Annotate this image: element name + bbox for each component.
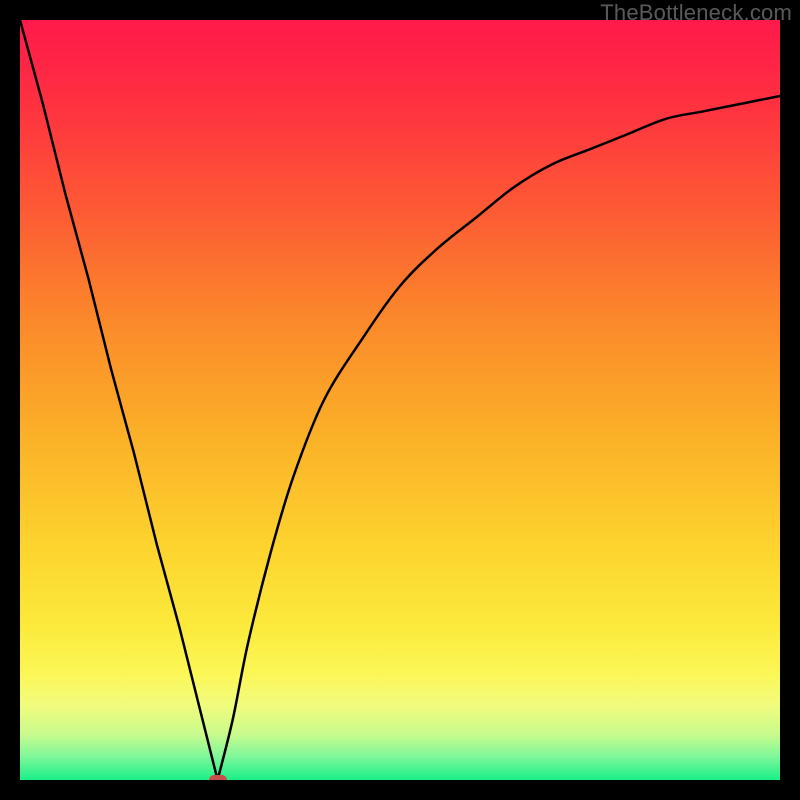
minimum-marker	[209, 775, 227, 780]
chart-frame: TheBottleneck.com	[0, 0, 800, 800]
plot-area	[20, 20, 780, 780]
bottleneck-curve	[20, 20, 780, 780]
watermark-text: TheBottleneck.com	[600, 0, 792, 26]
